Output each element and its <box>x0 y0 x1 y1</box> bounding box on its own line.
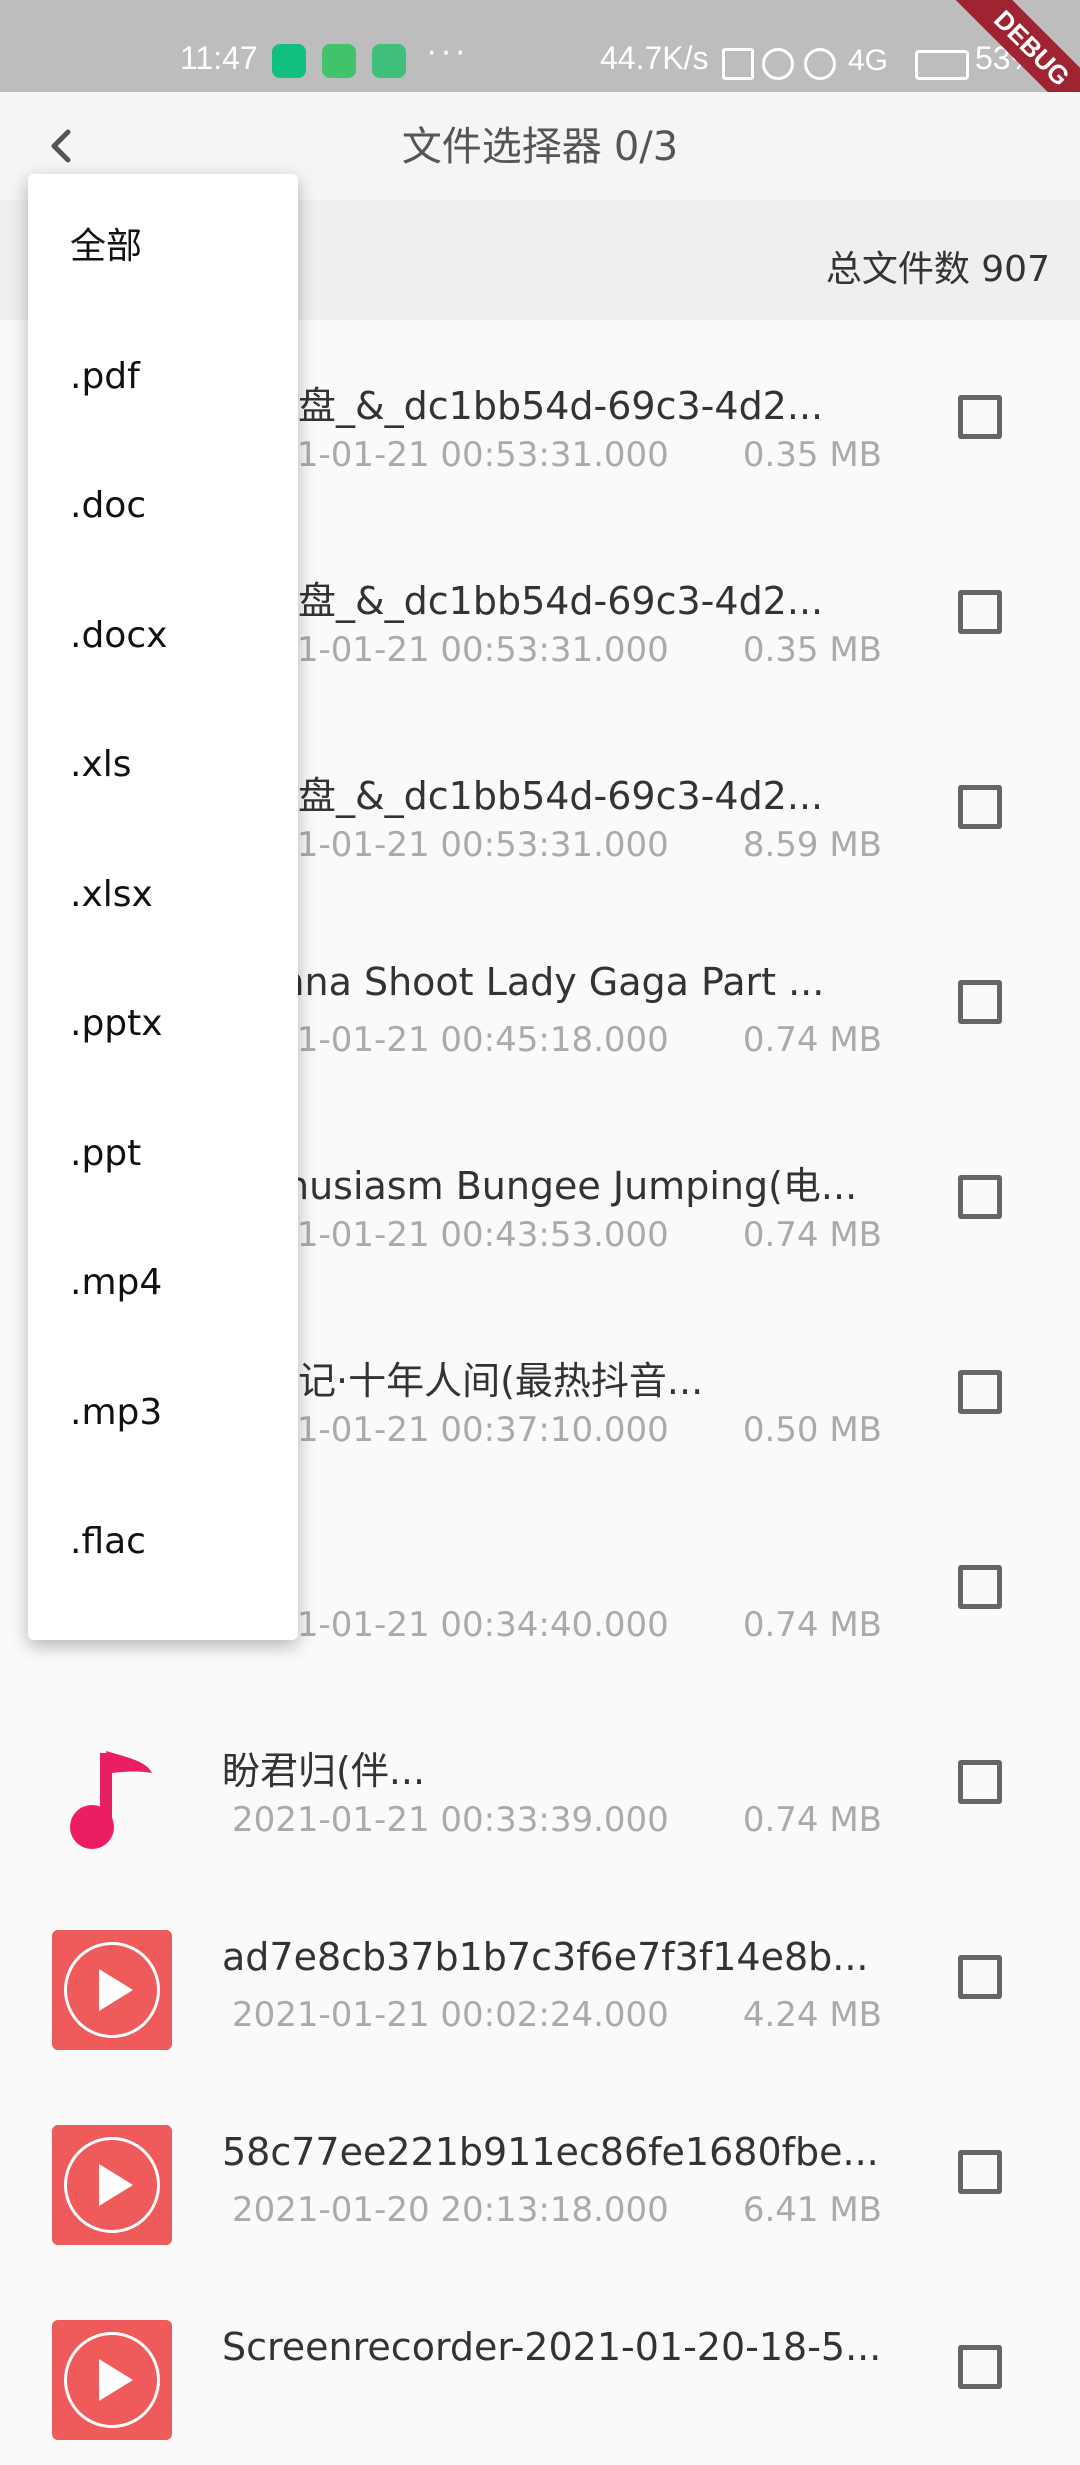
dropdown-option[interactable]: .pptx <box>28 959 298 1089</box>
dropdown-option[interactable]: .doc <box>28 441 298 571</box>
file-name: ad7e8cb37b1b7c3f6e7f3f14e8b... <box>222 1935 869 1979</box>
dropdown-option[interactable]: .ppt <box>28 1089 298 1219</box>
select-checkbox[interactable] <box>958 1955 1002 1999</box>
file-name: 玩转盘_&_dc1bb54d-69c3-4d2... <box>222 579 824 623</box>
network-speed: 44.7K/s <box>600 40 709 76</box>
video-play-icon <box>52 1930 172 2050</box>
select-checkbox[interactable] <box>958 1370 1002 1414</box>
file-row[interactable]: ad7e8cb37b1b7c3f6e7f3f14e8b... 2021-01-21… <box>0 1880 1080 2075</box>
dropdown-option[interactable]: .docx <box>28 571 298 701</box>
file-name: 盼君归(伴... <box>222 1749 426 1793</box>
file-name: Screenrecorder-2021-01-20-18-5... <box>222 2325 882 2369</box>
select-checkbox[interactable] <box>958 2345 1002 2389</box>
select-checkbox[interactable] <box>958 785 1002 829</box>
status-bar: 11:47 ··· 44.7K/s 4G 53% <box>0 0 1080 92</box>
file-row[interactable]: 盼君归(伴... 2021-01-21 00:33:39.000 0.74 MB <box>0 1685 1080 1880</box>
file-name: 伴... <box>222 1545 882 1600</box>
file-size: 0.74 MB <box>742 1020 882 1060</box>
file-name: 玩转盘_&_dc1bb54d-69c3-4d2... <box>222 384 824 428</box>
file-size: 0.74 MB <box>742 1605 882 1645</box>
file-type-dropdown: 全部 .pdf .doc .docx .xls .xlsx .pptx .ppt .mp4 .mp… <box>28 174 298 1640</box>
dropdown-option[interactable]: .pdf <box>28 312 298 442</box>
home-app-icon <box>372 44 406 78</box>
select-checkbox[interactable] <box>958 395 1002 439</box>
dropdown-option[interactable]: .flac <box>28 1477 298 1607</box>
hd-icon <box>804 48 836 80</box>
file-size: 4.24 MB <box>742 1995 882 2035</box>
music-note-icon <box>52 1735 172 1855</box>
file-name: Wanna Shoot Lady Gaga Part ... <box>222 960 825 1004</box>
more-notifications-icon: ··· <box>426 32 469 70</box>
dropdown-option[interactable]: 全部 <box>28 182 298 312</box>
file-size: 6.41 MB <box>742 2190 882 2230</box>
selection-count: 0/3 <box>613 124 679 170</box>
volume-icon <box>722 48 754 80</box>
select-checkbox[interactable] <box>958 590 1002 634</box>
file-name: 玩转盘_&_dc1bb54d-69c3-4d2... <box>222 774 824 818</box>
file-name: 58c77ee221b911ec86fe1680fbe... <box>222 2130 879 2174</box>
select-checkbox[interactable] <box>958 1760 1002 1804</box>
select-checkbox[interactable] <box>958 1565 1002 1609</box>
file-name: 烟笔记·十年人间(最热抖音... <box>222 1359 704 1403</box>
file-size: 8.59 MB <box>742 825 882 865</box>
dropdown-option[interactable]: .mp4 <box>28 1218 298 1348</box>
status-time: 11:47 <box>180 40 258 76</box>
dropdown-option[interactable]: .xls <box>28 700 298 830</box>
select-checkbox[interactable] <box>958 2150 1002 2194</box>
title-text: 文件选择器 <box>401 124 602 170</box>
robot-app-icon <box>322 44 356 78</box>
file-size: 0.50 MB <box>742 1410 882 1450</box>
signal-icon: 4G <box>848 44 889 77</box>
file-size: 0.74 MB <box>742 1215 882 1255</box>
file-row[interactable]: 58c77ee221b911ec86fe1680fbe... 2021-01-20… <box>0 2075 1080 2270</box>
alarm-icon <box>762 48 794 80</box>
select-checkbox[interactable] <box>958 980 1002 1024</box>
video-play-icon <box>52 2320 172 2440</box>
file-date: 2021-01-21 00:02:24.000 <box>232 1995 669 2035</box>
file-date: 2021-01-20 20:13:18.000 <box>232 2190 669 2230</box>
file-name: Enthusiasm Bungee Jumping(电... <box>222 1164 858 1208</box>
page-title: 文件选择器 0/3 <box>0 114 1080 172</box>
total-files-count: 总文件数 907 <box>825 249 1050 290</box>
file-size: 0.35 MB <box>742 630 882 670</box>
file-date: 2021-01-21 00:33:39.000 <box>232 1800 669 1840</box>
dropdown-option[interactable]: .mp3 <box>28 1348 298 1478</box>
shield-app-icon <box>272 44 306 78</box>
file-size: 0.74 MB <box>742 1800 882 1840</box>
battery-icon <box>915 50 969 80</box>
select-checkbox[interactable] <box>958 1175 1002 1219</box>
dropdown-option[interactable]: .xlsx <box>28 830 298 960</box>
file-row[interactable]: Screenrecorder-2021-01-20-18-5... <box>0 2270 1080 2465</box>
file-size: 0.35 MB <box>742 435 882 475</box>
video-play-icon <box>52 2125 172 2245</box>
